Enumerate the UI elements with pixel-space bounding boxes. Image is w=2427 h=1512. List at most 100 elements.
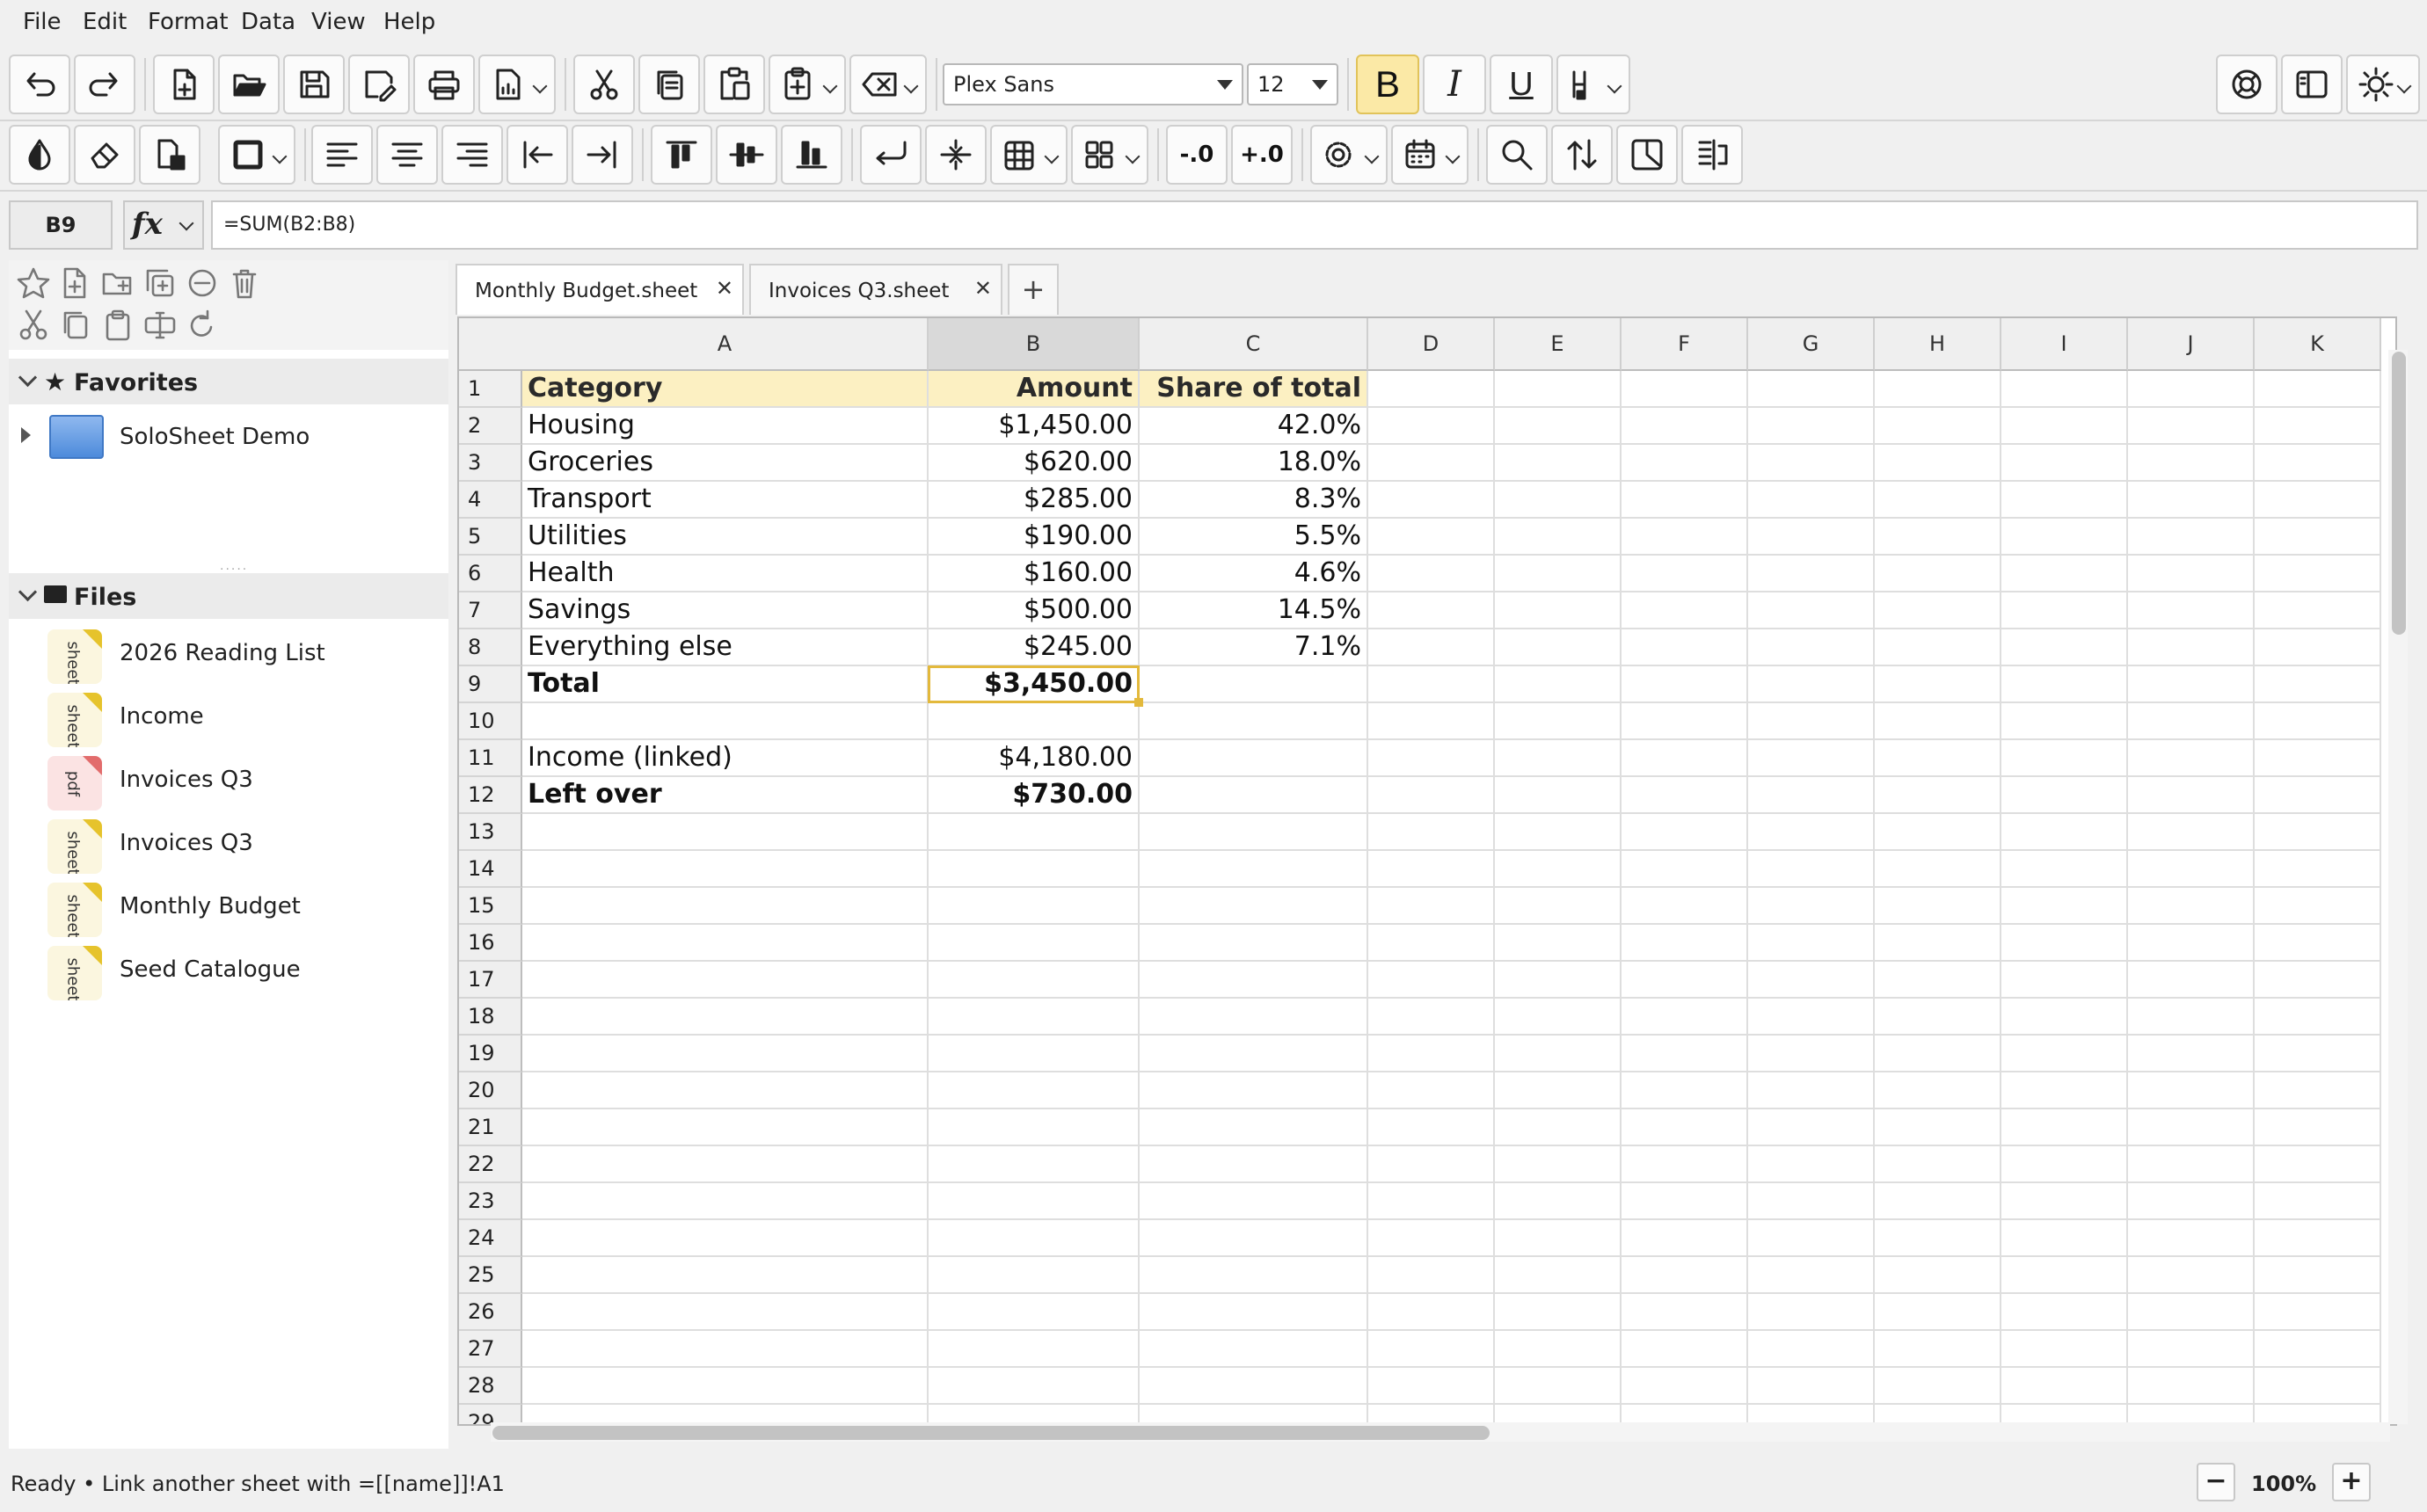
date-format-button[interactable] xyxy=(1391,125,1469,185)
cell-d11[interactable] xyxy=(1368,740,1495,777)
cell-e20[interactable] xyxy=(1495,1072,1622,1109)
cell-h12[interactable] xyxy=(1875,777,2001,814)
cell-b8[interactable]: $245.00 xyxy=(929,629,1140,666)
function-button[interactable]: fx xyxy=(123,200,204,250)
cell-i28[interactable] xyxy=(2001,1368,2128,1405)
new-tab-button[interactable]: + xyxy=(1008,264,1059,315)
cell-g11[interactable] xyxy=(1748,740,1875,777)
row-header[interactable]: 2 xyxy=(459,408,522,445)
cell-d17[interactable] xyxy=(1368,962,1495,999)
cell-h8[interactable] xyxy=(1875,629,2001,666)
column-header-k[interactable]: K xyxy=(2255,318,2381,371)
cell-f14[interactable] xyxy=(1622,851,1748,888)
cell-e24[interactable] xyxy=(1495,1220,1622,1257)
cell-g8[interactable] xyxy=(1748,629,1875,666)
copy-file-button[interactable] xyxy=(58,308,93,343)
cell-k17[interactable] xyxy=(2255,962,2381,999)
cell-h2[interactable] xyxy=(1875,408,2001,445)
cell-c10[interactable] xyxy=(1140,703,1368,740)
cell-f23[interactable] xyxy=(1622,1183,1748,1220)
column-header-b[interactable]: B xyxy=(929,318,1140,371)
open-button[interactable] xyxy=(218,55,280,114)
row-header[interactable]: 11 xyxy=(459,740,522,777)
spreadsheet-grid[interactable]: ABCDEFGHIJK 1 Category Amount Share of tota… xyxy=(457,316,2397,1426)
cell-a9[interactable]: Total xyxy=(522,666,929,703)
font-family-select[interactable]: Plex Sans xyxy=(943,63,1243,105)
decrease-decimals-button[interactable]: -.0 xyxy=(1166,125,1228,185)
cell-k4[interactable] xyxy=(2255,482,2381,519)
cell-c21[interactable] xyxy=(1140,1109,1368,1146)
row-header[interactable]: 20 xyxy=(459,1072,522,1109)
cell-h25[interactable] xyxy=(1875,1257,2001,1294)
zoom-out-button[interactable]: − xyxy=(2197,1463,2235,1501)
cell-a27[interactable] xyxy=(522,1331,929,1368)
cell-f25[interactable] xyxy=(1622,1257,1748,1294)
close-icon[interactable]: ✕ xyxy=(716,276,733,301)
cell-d6[interactable] xyxy=(1368,556,1495,592)
cell-f21[interactable] xyxy=(1622,1109,1748,1146)
cell-c27[interactable] xyxy=(1140,1331,1368,1368)
align-middle-button[interactable] xyxy=(716,125,777,185)
cell-g10[interactable] xyxy=(1748,703,1875,740)
cell-a2[interactable]: Housing xyxy=(522,408,929,445)
cell-f1[interactable] xyxy=(1622,371,1748,408)
cell-f19[interactable] xyxy=(1622,1036,1748,1072)
cell-h24[interactable] xyxy=(1875,1220,2001,1257)
cell-c16[interactable] xyxy=(1140,925,1368,962)
column-header-g[interactable]: G xyxy=(1748,318,1875,371)
row-header[interactable]: 21 xyxy=(459,1109,522,1146)
save-as-button[interactable] xyxy=(348,55,410,114)
fill-handle[interactable] xyxy=(1134,698,1143,707)
cell-j5[interactable] xyxy=(2128,519,2255,556)
cell-b15[interactable] xyxy=(929,888,1140,925)
cell-j20[interactable] xyxy=(2128,1072,2255,1109)
cell-j24[interactable] xyxy=(2128,1220,2255,1257)
help-button[interactable] xyxy=(2216,55,2278,114)
cell-g1[interactable] xyxy=(1748,371,1875,408)
cell-c18[interactable] xyxy=(1140,999,1368,1036)
cell-k6[interactable] xyxy=(2255,556,2381,592)
menu-file[interactable]: File xyxy=(23,9,62,35)
cell-i25[interactable] xyxy=(2001,1257,2128,1294)
cell-g24[interactable] xyxy=(1748,1220,1875,1257)
cell-c12[interactable] xyxy=(1140,777,1368,814)
format-painter-button[interactable] xyxy=(139,125,200,185)
merge-cells-button[interactable] xyxy=(925,125,987,185)
cell-i14[interactable] xyxy=(2001,851,2128,888)
bold-button[interactable]: B xyxy=(1356,55,1419,114)
italic-button[interactable]: I xyxy=(1423,55,1486,114)
cell-e12[interactable] xyxy=(1495,777,1622,814)
cell-a13[interactable] xyxy=(522,814,929,851)
cell-k15[interactable] xyxy=(2255,888,2381,925)
cell-f28[interactable] xyxy=(1622,1368,1748,1405)
file-item[interactable]: sheet Invoices Q3 xyxy=(9,814,448,877)
cell-b10[interactable] xyxy=(929,703,1140,740)
cell-k14[interactable] xyxy=(2255,851,2381,888)
cell-k13[interactable] xyxy=(2255,814,2381,851)
cell-g3[interactable] xyxy=(1748,445,1875,482)
menu-data[interactable]: Data xyxy=(241,9,295,35)
cell-d20[interactable] xyxy=(1368,1072,1495,1109)
cell-j1[interactable] xyxy=(2128,371,2255,408)
row-header[interactable]: 5 xyxy=(459,519,522,556)
cell-b22[interactable] xyxy=(929,1146,1140,1183)
cell-i10[interactable] xyxy=(2001,703,2128,740)
cell-b20[interactable] xyxy=(929,1072,1140,1109)
cell-k22[interactable] xyxy=(2255,1146,2381,1183)
align-bottom-button[interactable] xyxy=(781,125,842,185)
row-header[interactable]: 19 xyxy=(459,1036,522,1072)
cell-i21[interactable] xyxy=(2001,1109,2128,1146)
cell-i6[interactable] xyxy=(2001,556,2128,592)
cell-f13[interactable] xyxy=(1622,814,1748,851)
cell-g27[interactable] xyxy=(1748,1331,1875,1368)
cell-j3[interactable] xyxy=(2128,445,2255,482)
cell-i16[interactable] xyxy=(2001,925,2128,962)
cell-b16[interactable] xyxy=(929,925,1140,962)
cell-i26[interactable] xyxy=(2001,1294,2128,1331)
column-header-c[interactable]: C xyxy=(1140,318,1368,371)
cell-f2[interactable] xyxy=(1622,408,1748,445)
cell-g17[interactable] xyxy=(1748,962,1875,999)
cell-h13[interactable] xyxy=(1875,814,2001,851)
cell-d21[interactable] xyxy=(1368,1109,1495,1146)
cell-b2[interactable]: $1,450.00 xyxy=(929,408,1140,445)
